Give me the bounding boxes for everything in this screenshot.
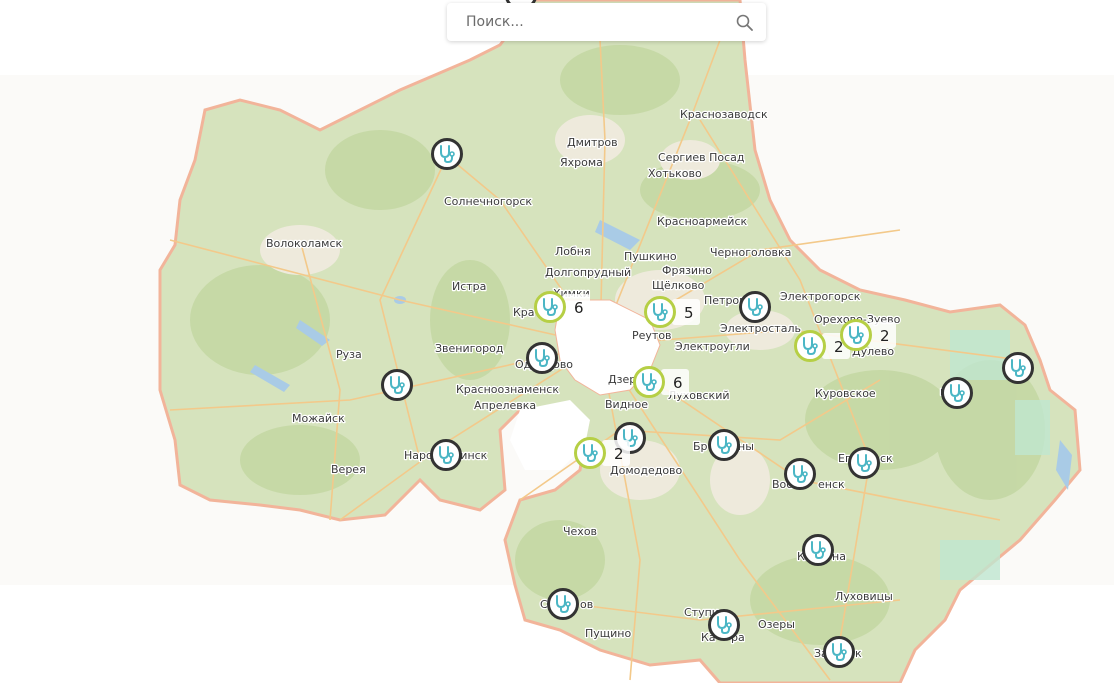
town-label: Пушкино: [624, 250, 677, 263]
map-canvas[interactable]: Краснозаводск Дмитров Сергиев Посад Яхро…: [0, 0, 1114, 683]
search-icon[interactable]: [736, 14, 753, 31]
town-label: Красноознаменск: [456, 383, 559, 396]
cluster-count: 2: [880, 327, 890, 345]
town-label: Яхрома: [560, 156, 603, 169]
town-label: Кра: [513, 306, 535, 319]
cluster-count: 5: [684, 304, 694, 322]
town-label: Куровское: [815, 387, 876, 400]
town-label: Бр: [693, 440, 708, 453]
clinic-marker[interactable]: [430, 439, 462, 471]
clinic-marker[interactable]: [784, 458, 816, 490]
town-label: Дмитров: [567, 136, 618, 149]
clinic-marker[interactable]: [547, 588, 579, 620]
town-label: Хотьково: [648, 167, 702, 180]
town-label: Волоколамск: [266, 237, 343, 250]
clinic-marker[interactable]: [381, 369, 413, 401]
clinic-cluster[interactable]: 6: [534, 291, 591, 323]
town-label: ск: [880, 452, 893, 465]
town-label: Наро: [404, 449, 433, 462]
town-label: Долгопрудный: [545, 266, 631, 279]
town-label: Чехов: [563, 525, 597, 538]
town-label: ов: [580, 598, 593, 611]
clinic-marker[interactable]: [431, 138, 463, 170]
search-input[interactable]: [447, 3, 766, 41]
town-label: Пущино: [585, 627, 631, 640]
clinic-marker[interactable]: [823, 636, 855, 668]
clinic-marker[interactable]: [708, 609, 740, 641]
clinic-cluster[interactable]: 5: [644, 296, 701, 328]
cluster-count: 6: [574, 299, 584, 317]
clinic-cluster[interactable]: 2: [574, 437, 631, 469]
town-label: Апрелевка: [474, 399, 536, 412]
clinic-marker[interactable]: [848, 447, 880, 479]
town-label: Красноармейск: [657, 215, 747, 228]
cluster-count: 2: [614, 445, 624, 463]
town-label: Электросталь: [720, 322, 801, 335]
clinic-marker[interactable]: [739, 291, 771, 323]
search-box: [447, 3, 766, 41]
town-label: ны: [738, 440, 754, 453]
town-label: Фрязино: [662, 264, 712, 277]
town-label: Реутов: [632, 329, 672, 342]
town-label: Звенигород: [435, 342, 504, 355]
town-label: Лобня: [555, 245, 591, 258]
clinic-marker[interactable]: [526, 342, 558, 374]
town-label: Истра: [452, 280, 486, 293]
clinic-marker[interactable]: [1002, 352, 1034, 384]
clinic-cluster[interactable]: 2: [840, 319, 897, 351]
clinic-marker[interactable]: [708, 429, 740, 461]
town-label: к: [855, 647, 862, 660]
town-label: Луховицы: [835, 590, 893, 603]
town-label: Верея: [331, 463, 366, 476]
town-label: Черноголовка: [710, 246, 791, 259]
town-label: Солнечногорск: [444, 195, 532, 208]
town-label: на: [832, 550, 846, 563]
town-label: Электроугли: [675, 340, 750, 353]
town-label: Озеры: [758, 618, 795, 631]
town-label: Краснозаводск: [680, 108, 768, 121]
town-label: Дзер: [608, 373, 636, 386]
clinic-cluster[interactable]: 6: [633, 366, 690, 398]
town-label: Щёлково: [652, 279, 705, 292]
cluster-count: 6: [673, 374, 683, 392]
town-label: Электрогорск: [780, 290, 861, 303]
town-label: Можайск: [292, 412, 345, 425]
clinic-marker[interactable]: [941, 377, 973, 409]
town-label: Сергиев Посад: [658, 151, 745, 164]
clinic-marker[interactable]: [802, 534, 834, 566]
town-label: Видное: [605, 398, 648, 411]
town-label: енск: [818, 478, 845, 491]
town-label: Руза: [336, 348, 362, 361]
